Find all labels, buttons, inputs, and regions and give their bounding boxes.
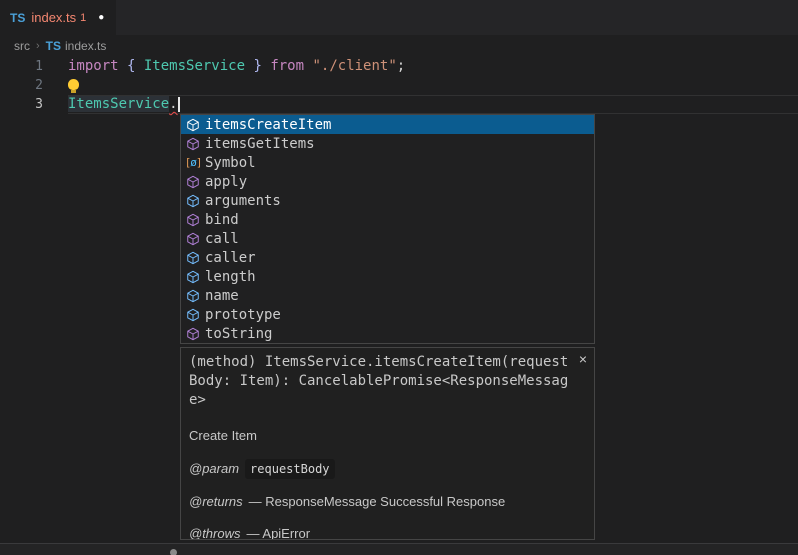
breadcrumb-file[interactable]: TS index.ts xyxy=(46,39,107,53)
field-icon xyxy=(185,269,201,285)
token-semicolon: ; xyxy=(397,58,405,74)
token-import: import xyxy=(68,58,127,74)
token-open-brace: { xyxy=(127,58,144,74)
code-line-2-content xyxy=(68,76,798,95)
field-icon xyxy=(185,250,201,266)
returns-tag: @returns xyxy=(189,493,243,511)
throws-text: — ApiError xyxy=(247,525,311,540)
suggestion-item[interactable]: caller xyxy=(181,248,594,267)
suggestion-label: itemsCreateItem xyxy=(205,117,331,133)
code-line-3[interactable]: 3 ItemsService. xyxy=(0,95,798,114)
chevron-right-icon: › xyxy=(36,40,40,52)
tab-bar: TS index.ts 1 ● xyxy=(0,0,798,35)
breadcrumb: src › TS index.ts xyxy=(0,35,798,57)
suggestion-item[interactable]: [ø] Symbol xyxy=(181,153,594,172)
lightbulb-icon[interactable] xyxy=(68,78,79,93)
doc-returns-line: @returns — ResponseMessage Successful Re… xyxy=(189,493,586,511)
line-number: 2 xyxy=(0,76,68,95)
method-icon xyxy=(185,231,201,247)
code-editor: 1 import { ItemsService } from "./client… xyxy=(0,57,798,114)
suggestion-label: Symbol xyxy=(205,155,256,171)
param-name-chip: requestBody xyxy=(245,459,334,479)
field-icon xyxy=(185,307,201,323)
breadcrumb-file-label: index.ts xyxy=(65,39,106,53)
suggestion-label: itemsGetItems xyxy=(205,136,315,152)
typescript-file-icon: TS xyxy=(46,39,61,53)
param-tag: @param xyxy=(189,460,239,478)
suggestion-label: call xyxy=(205,231,239,247)
suggestion-docs-panel: × (method) ItemsService.itemsCreateItem(… xyxy=(180,347,595,540)
field-icon xyxy=(185,193,201,209)
tab-label: index.ts xyxy=(31,10,76,25)
doc-summary: Create Item xyxy=(189,427,586,445)
tab-error-count-badge: 1 xyxy=(80,12,86,24)
suggestion-label: name xyxy=(205,288,239,304)
token-from: from xyxy=(270,58,312,74)
typescript-file-icon: TS xyxy=(10,11,25,25)
suggestion-label: prototype xyxy=(205,307,281,323)
method-icon xyxy=(185,212,201,228)
suggestion-label: toString xyxy=(205,326,272,342)
suggestion-item[interactable]: bind xyxy=(181,210,594,229)
panel-dot-indicator xyxy=(170,549,177,555)
suggestion-label: length xyxy=(205,269,256,285)
line-number: 3 xyxy=(0,95,68,114)
token-close-brace: } xyxy=(245,58,270,74)
suggestion-item[interactable]: prototype xyxy=(181,305,594,324)
suggestion-item[interactable]: itemsGetItems xyxy=(181,134,594,153)
token-items-service: ItemsService xyxy=(144,58,245,74)
field-icon xyxy=(185,288,201,304)
suggestion-item[interactable]: arguments xyxy=(181,191,594,210)
code-line-3-content: ItemsService. xyxy=(68,95,798,114)
suggestion-item[interactable]: name xyxy=(181,286,594,305)
code-line-1[interactable]: 1 import { ItemsService } from "./client… xyxy=(0,57,798,76)
returns-text: — ResponseMessage Successful Response xyxy=(249,493,506,511)
intellisense-suggest-widget: itemsCreateItem itemsGetItems [ø] Symbol… xyxy=(180,114,595,344)
method-icon xyxy=(185,174,201,190)
doc-throws-line: @throws — ApiError xyxy=(189,525,586,540)
line-number: 1 xyxy=(0,57,68,76)
suggestion-label: caller xyxy=(205,250,256,266)
text-cursor xyxy=(178,97,180,112)
tab-modified-dot[interactable]: ● xyxy=(98,12,104,23)
tab-index-ts[interactable]: TS index.ts 1 ● xyxy=(0,0,116,35)
suggestion-item[interactable]: call xyxy=(181,229,594,248)
token-dot-error: . xyxy=(169,96,177,112)
method-icon xyxy=(185,326,201,342)
token-items-service: ItemsService xyxy=(68,96,169,112)
close-icon[interactable]: × xyxy=(579,352,587,366)
suggestion-item[interactable]: toString xyxy=(181,324,594,343)
throws-tag: @throws xyxy=(189,525,241,540)
suggestion-label: apply xyxy=(205,174,247,190)
bottom-panel-edge xyxy=(0,544,798,555)
suggestion-label: bind xyxy=(205,212,239,228)
suggestion-item[interactable]: apply xyxy=(181,172,594,191)
token-string-client: "./client" xyxy=(312,58,396,74)
method-icon xyxy=(185,136,201,152)
code-line-2[interactable]: 2 xyxy=(0,76,798,95)
code-line-1-content: import { ItemsService } from "./client"; xyxy=(68,57,798,76)
method-signature: (method) ItemsService.itemsCreateItem(re… xyxy=(189,353,571,410)
suggestion-item[interactable]: length xyxy=(181,267,594,286)
suggestion-label: arguments xyxy=(205,193,281,209)
suggestion-item[interactable]: itemsCreateItem xyxy=(181,115,594,134)
method-icon xyxy=(185,117,201,133)
breadcrumb-folder[interactable]: src xyxy=(14,39,30,53)
symbol-variable-icon: [ø] xyxy=(185,155,201,171)
doc-param-line: @param requestBody xyxy=(189,459,586,479)
